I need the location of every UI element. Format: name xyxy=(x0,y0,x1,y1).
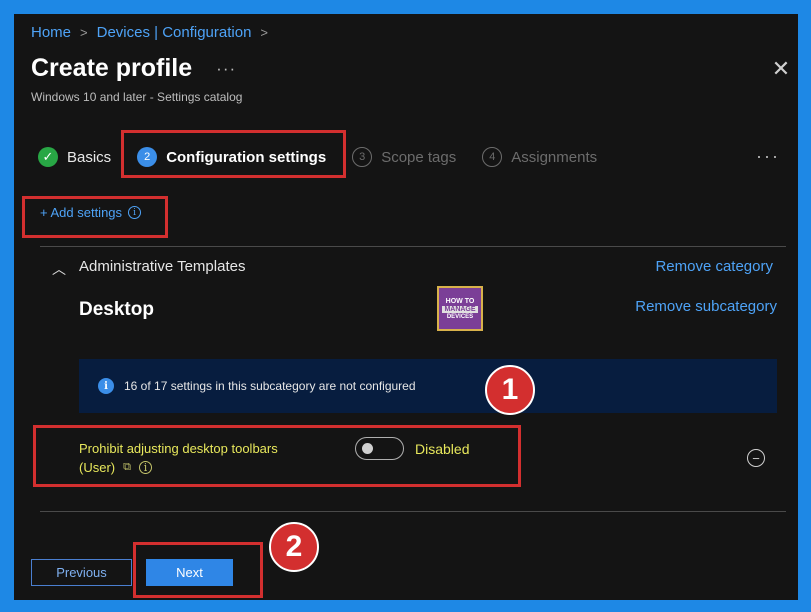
logo-line: HOW TO xyxy=(445,297,475,305)
step-number-icon: 3 xyxy=(352,147,373,167)
close-icon[interactable]: ✕ xyxy=(768,56,794,82)
more-options-icon[interactable]: ··· xyxy=(216,59,236,79)
page-title-text: Create profile xyxy=(31,54,193,82)
breadcrumb: Home > Devices | Configuration > xyxy=(31,24,268,41)
chevron-up-icon[interactable]: ︿ xyxy=(52,259,66,279)
tab-label: Configuration settings xyxy=(166,148,327,166)
remove-subcategory-link[interactable]: Remove subcategory xyxy=(635,298,777,315)
subcategory-label: Desktop xyxy=(79,299,154,320)
info-icon: i xyxy=(98,378,114,394)
tabs-overflow-icon[interactable]: ··· xyxy=(756,146,780,167)
tab-label: Basics xyxy=(67,148,112,166)
logo-line: MANAGE xyxy=(442,305,478,313)
step-number-icon: 2 xyxy=(137,147,158,167)
page-subtitle: Windows 10 and later - Settings catalog xyxy=(31,90,243,104)
setting-scope: (User) ⧉ i xyxy=(79,460,152,475)
info-message-bar: i 16 of 17 settings in this subcategory … xyxy=(79,359,777,413)
category-label: Administrative Templates xyxy=(79,258,246,275)
how-to-manage-devices-logo: HOW TO MANAGE DEVICES xyxy=(437,286,483,331)
next-button[interactable]: Next xyxy=(146,559,233,586)
breadcrumb-separator: > xyxy=(80,25,88,40)
setting-name: Prohibit adjusting desktop toolbars xyxy=(79,441,278,456)
breadcrumb-separator: > xyxy=(260,25,269,40)
wizard-footer: Previous Next xyxy=(14,537,798,600)
info-message-text: 16 of 17 settings in this subcategory ar… xyxy=(124,379,416,393)
tab-basics[interactable]: ✓ Basics xyxy=(38,147,111,167)
logo-line: DEVICES xyxy=(446,313,474,320)
tab-label: Assignments xyxy=(511,148,598,166)
annotation-badge-1: 1 xyxy=(485,365,535,415)
divider xyxy=(40,511,786,512)
page-title: Create profile ··· xyxy=(31,54,236,83)
setting-scope-label: (User) xyxy=(79,460,116,475)
add-settings-link[interactable]: + Add settings i xyxy=(40,205,142,220)
tab-label: Scope tags xyxy=(381,148,457,166)
info-icon[interactable]: i xyxy=(138,461,152,474)
setting-state-label: Disabled xyxy=(415,441,470,457)
divider xyxy=(40,246,786,247)
remove-category-link[interactable]: Remove category xyxy=(655,258,773,275)
breadcrumb-devices-configuration[interactable]: Devices | Configuration xyxy=(97,24,252,41)
check-icon: ✓ xyxy=(38,147,58,167)
add-settings-label: + Add settings xyxy=(40,205,123,220)
setting-toggle[interactable] xyxy=(355,437,404,460)
toggle-knob xyxy=(362,443,373,454)
annotation-badge-2: 2 xyxy=(269,522,319,572)
breadcrumb-home[interactable]: Home xyxy=(31,24,71,41)
tab-configuration-settings[interactable]: 2 Configuration settings xyxy=(137,147,326,167)
tab-scope-tags[interactable]: 3 Scope tags xyxy=(352,147,456,167)
remove-setting-icon[interactable]: − xyxy=(747,449,765,467)
previous-button[interactable]: Previous xyxy=(31,559,132,586)
create-profile-panel: Home > Devices | Configuration > Create … xyxy=(14,14,798,600)
wizard-tabs: ✓ Basics 2 Configuration settings 3 Scop… xyxy=(38,144,623,170)
copy-icon[interactable]: ⧉ xyxy=(123,461,131,474)
step-number-icon: 4 xyxy=(482,147,503,167)
info-icon[interactable]: i xyxy=(128,206,142,219)
tab-assignments[interactable]: 4 Assignments xyxy=(482,147,597,167)
